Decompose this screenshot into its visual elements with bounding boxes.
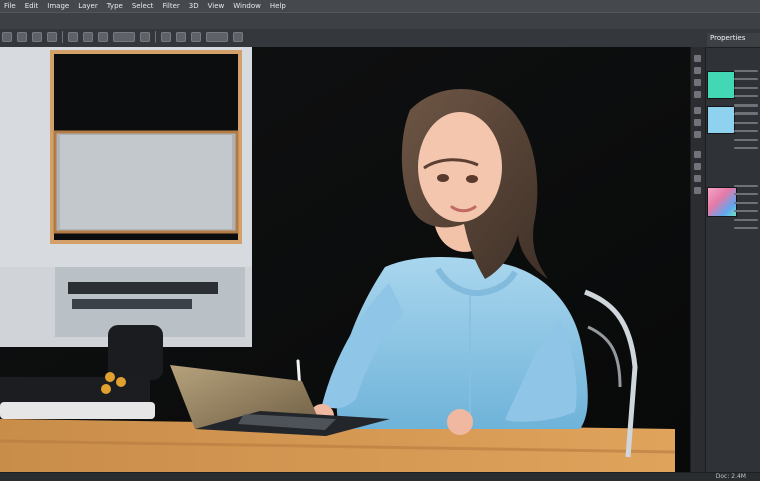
- lasso-tool-icon[interactable]: [32, 32, 42, 42]
- panel-title[interactable]: Properties: [710, 34, 745, 42]
- brush-settings-icon[interactable]: [694, 119, 701, 126]
- left-eye: [437, 174, 449, 182]
- menu-item-image[interactable]: Image: [47, 1, 69, 11]
- menu-item-help[interactable]: Help: [270, 1, 286, 11]
- right-panel: Properties: [690, 33, 760, 472]
- eraser-tool-icon[interactable]: [98, 32, 108, 42]
- info-icon[interactable]: [694, 151, 701, 158]
- keyboard: [0, 402, 155, 419]
- device-base: [108, 325, 163, 380]
- color-swatch-light-blue[interactable]: [707, 106, 735, 134]
- gradient-tool-icon[interactable]: [140, 32, 150, 42]
- knob-3: [101, 384, 111, 394]
- tool-rack: [68, 282, 218, 294]
- monitor-screen: [60, 135, 232, 229]
- select-tool-icon[interactable]: [17, 32, 27, 42]
- zoom-tool-icon[interactable]: [233, 32, 243, 42]
- brush-tool-icon[interactable]: [83, 32, 93, 42]
- color-swatch-teal[interactable]: [707, 71, 735, 99]
- crop-tool-icon[interactable]: [47, 32, 57, 42]
- eyedropper-tool-icon[interactable]: [68, 32, 78, 42]
- canvas-illustration: [0, 47, 690, 472]
- properties-icon[interactable]: [694, 91, 701, 98]
- menu-item-view[interactable]: View: [208, 1, 225, 11]
- right-eye: [466, 175, 478, 183]
- menu-item-3d[interactable]: 3D: [189, 1, 199, 11]
- options-bar: [0, 12, 760, 30]
- menu-items: File Edit Image Layer Type Select Filter 3D View…: [4, 1, 286, 11]
- menu-item-filter[interactable]: Filter: [162, 1, 179, 11]
- panel-tabbar: Properties: [707, 33, 760, 48]
- pen-tool-icon[interactable]: [161, 32, 171, 42]
- document-toolbar: [0, 29, 760, 48]
- face: [418, 112, 502, 222]
- layers-icon[interactable]: [694, 55, 701, 62]
- shape-tool-icon[interactable]: [191, 32, 201, 42]
- hand-tool-icon[interactable]: [206, 32, 228, 42]
- paths-icon[interactable]: [694, 187, 701, 194]
- right-hand: [447, 409, 473, 435]
- move-tool-icon[interactable]: [2, 32, 12, 42]
- adjustments-icon[interactable]: [694, 79, 701, 86]
- knob-2: [116, 377, 126, 387]
- app-menubar: File Edit Image Layer Type Select Filter 3D View…: [0, 0, 760, 12]
- status-text: Doc: 2.4M: [715, 473, 746, 480]
- history-icon[interactable]: [694, 67, 701, 74]
- menu-item-edit[interactable]: Edit: [25, 1, 39, 11]
- knob-1: [105, 372, 115, 382]
- menu-item-select[interactable]: Select: [132, 1, 154, 11]
- toolbar-separator: [155, 31, 156, 43]
- color-icon[interactable]: [694, 131, 701, 138]
- clone-tool-icon[interactable]: [113, 32, 135, 42]
- tool-rack-2: [72, 299, 192, 309]
- toolbar: [2, 31, 243, 43]
- properties-lines-2: [734, 105, 758, 149]
- menu-item-layer[interactable]: Layer: [78, 1, 98, 11]
- actions-icon[interactable]: [694, 163, 701, 170]
- image-canvas[interactable]: [0, 47, 690, 472]
- properties-lines-3: [734, 185, 758, 229]
- menu-item-window[interactable]: Window: [233, 1, 261, 11]
- type-tool-icon[interactable]: [176, 32, 186, 42]
- swatches-icon[interactable]: [694, 107, 701, 114]
- toolbar-separator: [62, 31, 63, 43]
- gradient-swatch[interactable]: [707, 187, 737, 217]
- channels-icon[interactable]: [694, 175, 701, 182]
- menu-item-file[interactable]: File: [4, 1, 16, 11]
- panel-icon-strip: [691, 47, 706, 472]
- menu-item-type[interactable]: Type: [107, 1, 123, 11]
